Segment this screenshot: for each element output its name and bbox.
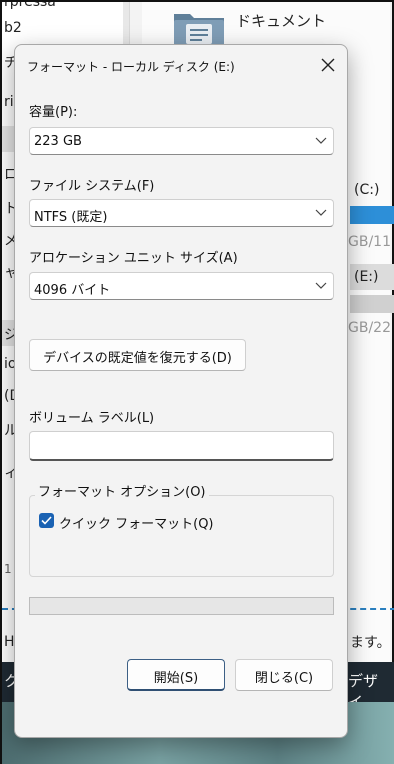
allocation-label: アロケーション ユニット サイズ(A) <box>29 251 238 266</box>
capacity-value: 223 GB <box>34 134 82 149</box>
filesystem-select[interactable]: NTFS (既定) <box>29 199 334 227</box>
checkmark-icon <box>41 516 52 525</box>
drive-e-label[interactable]: (E:) <box>350 264 394 290</box>
capacity-select[interactable]: 223 GB <box>29 127 334 155</box>
volume-label-input[interactable] <box>29 431 334 461</box>
nav-item[interactable]: b2 <box>4 20 22 36</box>
filesystem-value: NTFS (既定) <box>34 210 108 225</box>
format-progress-bar <box>29 597 334 615</box>
volume-label-label: ボリューム ラベル(L) <box>29 411 155 426</box>
status-text-right: ます。 <box>350 635 391 651</box>
start-button[interactable]: 開始(S) <box>127 659 225 691</box>
close-icon[interactable] <box>313 51 343 79</box>
drive-c-label[interactable]: (C:) <box>354 182 379 198</box>
chevron-down-icon <box>315 137 327 144</box>
quick-format-checkbox[interactable] <box>39 513 54 528</box>
chevron-down-icon <box>315 209 327 216</box>
format-dialog: フォーマット - ローカル ディスク (E:) 容量(P): 223 GB ファ… <box>14 44 348 738</box>
format-options-group <box>29 495 334 577</box>
drive-c-size: GB/11 <box>348 234 391 250</box>
close-button[interactable]: 閉じる(C) <box>235 659 333 691</box>
dialog-titlebar[interactable]: フォーマット - ローカル ディスク (E:) <box>15 45 347 85</box>
restore-defaults-button[interactable]: デバイスの既定値を復元する(D) <box>29 339 246 371</box>
drive-c-usage-bar <box>350 206 394 224</box>
capacity-label: 容量(P): <box>29 105 78 120</box>
nav-item[interactable]: rpressa <box>4 2 56 10</box>
filesystem-label: ファイル システム(F) <box>29 179 155 194</box>
drive-e-size: GB/22 <box>348 320 391 336</box>
format-options-title: フォーマット オプション(O) <box>35 481 209 500</box>
documents-label[interactable]: ドキュメント <box>236 10 326 31</box>
drive-e-usage-bar <box>350 295 394 313</box>
chevron-down-icon <box>315 282 327 289</box>
dialog-title: フォーマット - ローカル ディスク (E:) <box>27 60 235 74</box>
quick-format-label[interactable]: クイック フォーマット(Q) <box>59 513 214 532</box>
nav-item: 1 <box>4 562 12 576</box>
allocation-select[interactable]: 4096 バイト <box>29 272 334 300</box>
allocation-value: 4096 バイト <box>34 283 111 298</box>
